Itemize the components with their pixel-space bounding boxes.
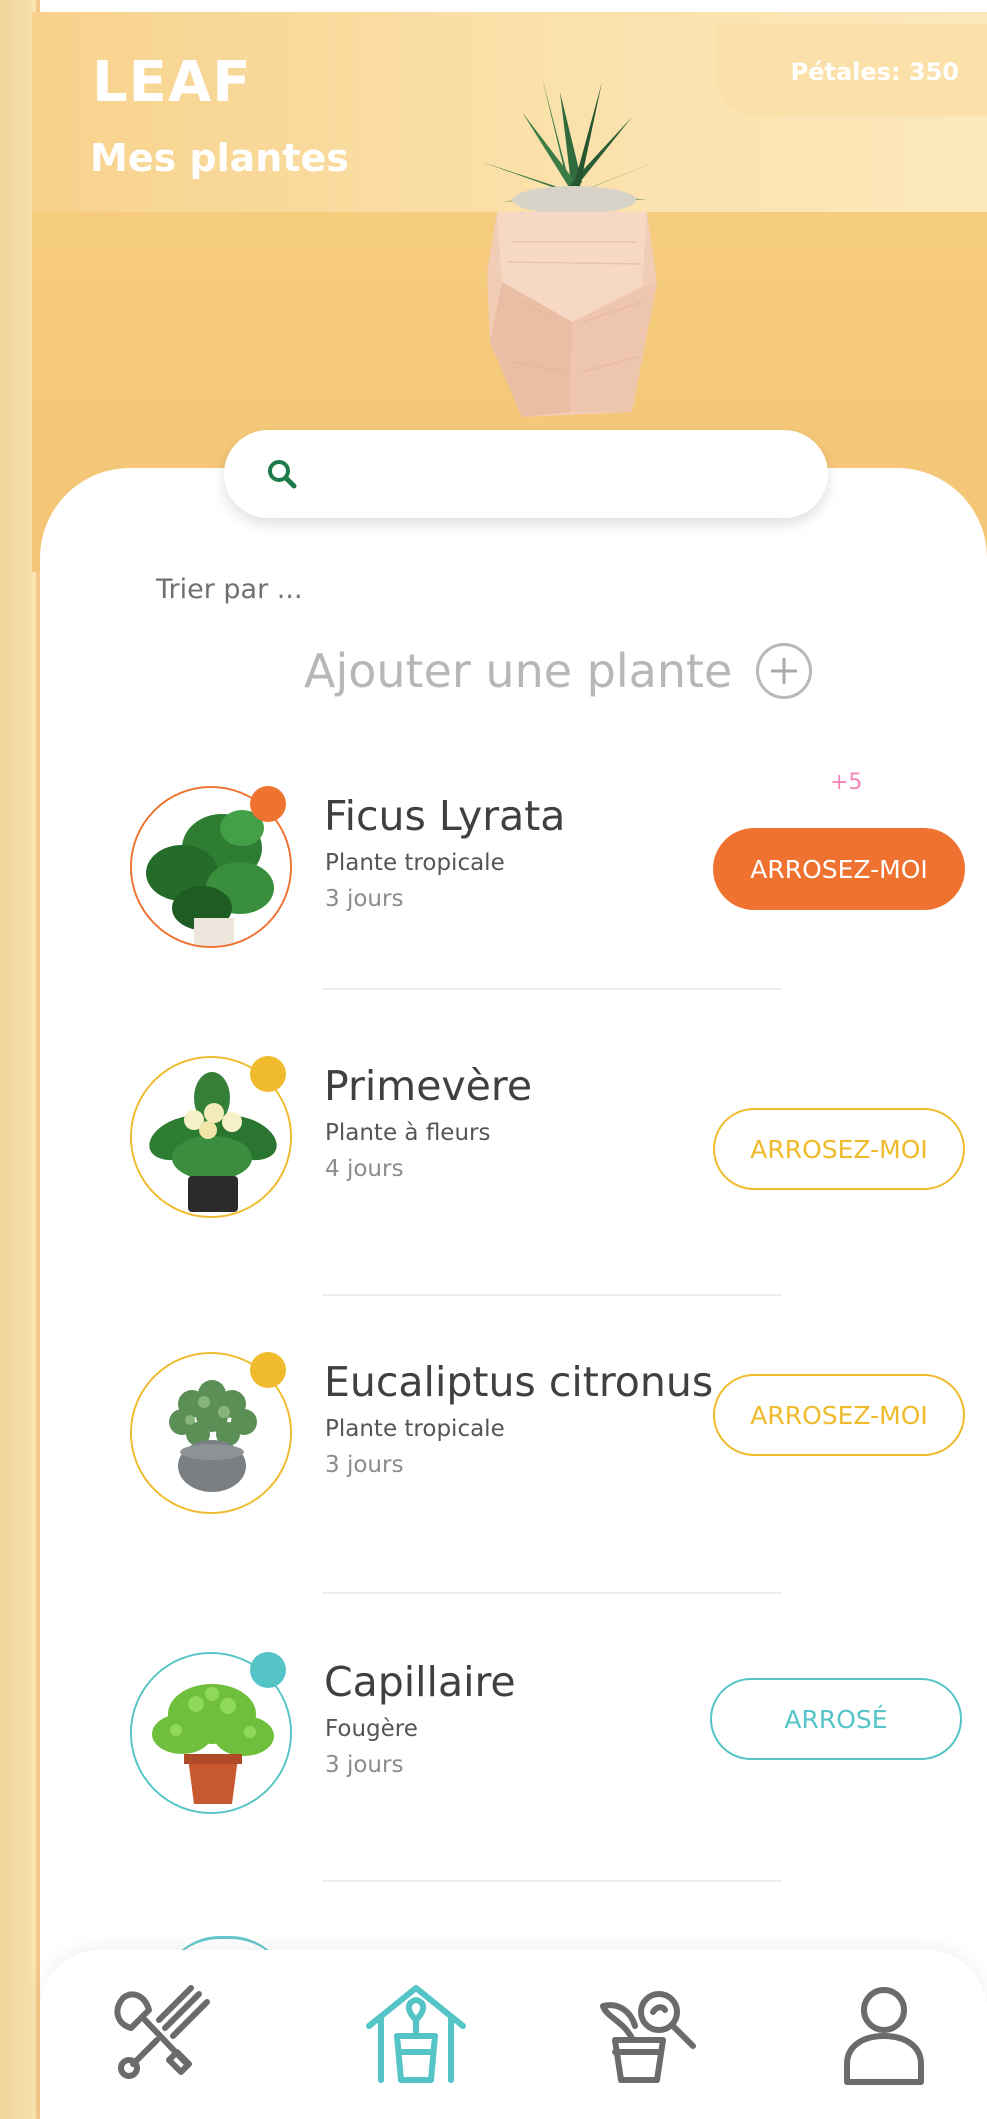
petals-label: Pétales: 350 xyxy=(790,58,959,86)
plant-type: Fougère xyxy=(325,1716,418,1742)
status-dot xyxy=(250,1056,286,1092)
plant-name: Eucaliptus citronus xyxy=(324,1358,714,1406)
petals-counter: Pétales: 350 xyxy=(717,24,987,116)
page-title: Mes plantes xyxy=(90,136,349,180)
app-brand: LEAF xyxy=(92,50,252,115)
status-dot xyxy=(250,1352,286,1388)
plant-days: 3 jours xyxy=(325,1452,404,1478)
water-me-button[interactable]: ARROSEZ-MOI xyxy=(713,828,965,910)
plant-days: 4 jours xyxy=(325,1156,404,1182)
sort-by-dropdown[interactable]: Trier par ... xyxy=(156,574,303,605)
plant-row[interactable]: Capillaire Fougère 3 jours ARROSÉ xyxy=(130,1652,970,1832)
plant-search-icon xyxy=(600,1991,696,2083)
plant-name: Primevère xyxy=(324,1062,533,1110)
bottom-navigation xyxy=(40,1950,987,2119)
plant-name: Capillaire xyxy=(324,1658,516,1706)
divider xyxy=(322,1294,782,1296)
search-icon xyxy=(268,460,297,489)
nav-profile[interactable] xyxy=(824,1980,944,2090)
search-input[interactable] xyxy=(320,448,800,500)
add-plant-button[interactable]: Ajouter une plante xyxy=(304,640,813,702)
plant-row[interactable]: Ficus Lyrata Plante tropicale 3 jours +5… xyxy=(130,770,970,966)
nav-tools[interactable] xyxy=(100,1980,220,2090)
add-plant-label: Ajouter une plante xyxy=(304,644,733,698)
plant-row[interactable]: Eucaliptus citronus Plante tropicale 3 j… xyxy=(130,1352,970,1532)
hero-plant-image xyxy=(442,72,702,422)
profile-icon xyxy=(844,1987,924,2085)
plant-row[interactable]: Primevère Plante à fleurs 4 jours ARROSE… xyxy=(130,1056,970,1236)
app-screen: LEAF Mes plantes Pétales: 350 Trier par … xyxy=(0,0,987,2119)
status-dot xyxy=(250,786,286,822)
status-dot xyxy=(250,1652,286,1688)
plant-type: Plante tropicale xyxy=(325,850,505,876)
watered-button[interactable]: ARROSÉ xyxy=(710,1678,962,1760)
water-me-button[interactable]: ARROSEZ-MOI xyxy=(713,1108,965,1190)
nav-my-plants[interactable] xyxy=(356,1980,476,2090)
plant-type: Plante tropicale xyxy=(325,1416,505,1442)
plus-icon xyxy=(756,643,813,699)
divider xyxy=(322,1880,782,1882)
search-bar[interactable] xyxy=(224,430,828,518)
garden-tools-icon xyxy=(114,1985,210,2079)
plant-days: 3 jours xyxy=(325,1752,404,1778)
bonus-points: +5 xyxy=(830,770,863,795)
plant-name: Ficus Lyrata xyxy=(324,792,566,840)
plant-house-icon xyxy=(366,1985,466,2083)
divider xyxy=(322,988,782,990)
nav-identify[interactable] xyxy=(588,1980,708,2090)
plant-days: 3 jours xyxy=(325,886,404,912)
water-me-button[interactable]: ARROSEZ-MOI xyxy=(713,1374,965,1456)
divider xyxy=(322,1592,782,1594)
plant-type: Plante à fleurs xyxy=(325,1120,491,1146)
